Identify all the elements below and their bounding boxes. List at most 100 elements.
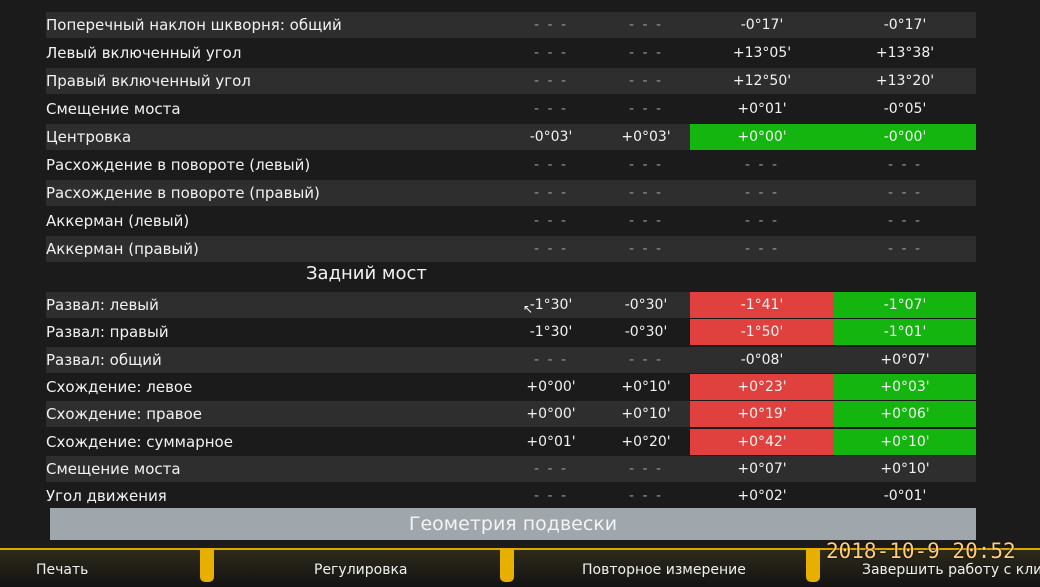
value-cell: - - - bbox=[533, 351, 569, 368]
value-cell: - - - bbox=[628, 213, 664, 229]
row-label: Схождение: левое bbox=[46, 377, 193, 396]
value-cell: +13°38' bbox=[875, 45, 935, 61]
value-cell: -0°30' bbox=[624, 324, 668, 341]
value-cell: -1°30' bbox=[529, 324, 573, 341]
finish-client-button[interactable]: Завершить работу с клиен bbox=[862, 562, 1040, 578]
adjust-button[interactable]: Регулировка bbox=[314, 562, 407, 578]
value-cell: -0°03' bbox=[529, 129, 573, 145]
row-label: Схождение: правое bbox=[46, 405, 203, 424]
value-cell: - - - bbox=[533, 73, 569, 89]
value-cell: - - - bbox=[533, 17, 569, 33]
rear-axle-title: Задний мост bbox=[306, 263, 427, 284]
value-cell: - - - bbox=[533, 45, 569, 61]
table-row: Расхождение в повороте (левый) - - - - - -… bbox=[46, 152, 976, 178]
value-cell: - - - bbox=[744, 241, 780, 257]
value-cell: -0°17' bbox=[883, 17, 927, 33]
value-cell: +0°01' bbox=[737, 101, 787, 117]
row-label: Левый включенный угол bbox=[46, 44, 242, 62]
value-cell: - - - bbox=[533, 157, 569, 173]
table-row: Центровка -0°03' +0°03' +0°00' -0°00' bbox=[46, 124, 976, 150]
value-cell: - - - bbox=[628, 460, 664, 477]
value-cell: -1°50' bbox=[690, 319, 834, 346]
value-cell: +0°02' bbox=[737, 488, 787, 505]
table-row: Схождение: левое +0°00' +0°10' +0°23' +0°03' bbox=[46, 373, 976, 400]
value-cell: +0°00' bbox=[526, 406, 576, 423]
value-cell: - - - bbox=[887, 157, 923, 173]
row-label: Схождение: суммарное bbox=[46, 432, 233, 451]
value-cell: - - - bbox=[533, 241, 569, 257]
table-row: Смещение моста - - - - - - +0°07' +0°10' bbox=[46, 455, 976, 482]
value-cell: +0°00' bbox=[690, 124, 834, 150]
suspension-geometry-button[interactable]: Геометрия подвески bbox=[50, 508, 976, 540]
separator-marker-icon bbox=[806, 548, 820, 582]
value-cell: - - - bbox=[628, 101, 664, 117]
value-cell: +0°10' bbox=[834, 428, 976, 455]
value-cell: - - - bbox=[533, 488, 569, 505]
value-cell: - - - bbox=[628, 351, 664, 368]
remeasure-button[interactable]: Повторное измерение bbox=[582, 562, 746, 578]
value-cell: -0°30' bbox=[624, 297, 668, 313]
value-cell: - - - bbox=[628, 45, 664, 61]
row-label: Смещение моста bbox=[46, 459, 181, 478]
table-row: Смещение моста - - - - - - +0°01' -0°05' bbox=[46, 96, 976, 122]
row-label: Расхождение в повороте (правый) bbox=[46, 184, 320, 202]
value-cell: +13°05' bbox=[732, 45, 792, 61]
value-cell: +0°10' bbox=[880, 460, 930, 477]
table-row: Правый включенный угол - - - - - - +12°50' +… bbox=[46, 68, 976, 94]
value-cell: -0°00' bbox=[834, 124, 976, 150]
value-cell: -1°07' bbox=[834, 292, 976, 318]
value-cell: -0°08' bbox=[740, 351, 784, 368]
table-row: Аккерман (левый) - - - - - - - - - - - - bbox=[46, 208, 976, 234]
table-row: Схождение: правое +0°00' +0°10' +0°19' +0°06… bbox=[46, 401, 976, 428]
value-cell: - - - bbox=[533, 213, 569, 229]
value-cell: - - - bbox=[744, 213, 780, 229]
value-cell: +0°19' bbox=[690, 401, 834, 428]
table-row: Поперечный наклон шкворня: общий - - - - -… bbox=[46, 12, 976, 38]
value-cell: - - - bbox=[628, 73, 664, 89]
value-cell: - - - bbox=[628, 185, 664, 201]
row-label: Расхождение в повороте (левый) bbox=[46, 156, 311, 174]
row-label: Аккерман (левый) bbox=[46, 212, 190, 230]
table-row: Развал: общий - - - - - - -0°08' +0°07' bbox=[46, 346, 976, 373]
value-cell: - - - bbox=[533, 101, 569, 117]
value-cell: +0°07' bbox=[737, 460, 787, 477]
value-cell: - - - bbox=[628, 488, 664, 505]
value-cell: +0°03' bbox=[621, 129, 671, 145]
row-label: Смещение моста bbox=[46, 100, 181, 118]
row-label: Развал: правый bbox=[46, 323, 169, 342]
value-cell: -0°01' bbox=[883, 488, 927, 505]
value-cell: +0°42' bbox=[690, 428, 834, 455]
value-cell: +0°20' bbox=[621, 433, 671, 450]
value-cell: +0°07' bbox=[880, 351, 930, 368]
value-cell: - - - bbox=[887, 213, 923, 229]
value-cell: - - - bbox=[887, 241, 923, 257]
photo-timestamp: 2018-10-9 20:52 bbox=[826, 539, 1016, 563]
value-cell: -0°17' bbox=[740, 17, 784, 33]
row-label: Развал: общий bbox=[46, 350, 162, 369]
value-cell: - - - bbox=[628, 241, 664, 257]
value-cell: -1°01' bbox=[834, 319, 976, 346]
table-row: Схождение: суммарное +0°01' +0°20' +0°42' +0… bbox=[46, 428, 976, 455]
value-cell: -1°41' bbox=[690, 292, 834, 318]
table-row: Расхождение в повороте (правый) - - - - - … bbox=[46, 180, 976, 206]
value-cell: -1°30' bbox=[529, 297, 573, 313]
value-cell: - - - bbox=[744, 185, 780, 201]
separator-marker-icon bbox=[500, 548, 514, 582]
row-label: Правый включенный угол bbox=[46, 72, 251, 90]
value-cell: -0°05' bbox=[883, 101, 927, 117]
value-cell: +0°00' bbox=[526, 378, 576, 395]
print-button[interactable]: Печать bbox=[36, 562, 88, 578]
value-cell: - - - bbox=[533, 460, 569, 477]
table-row: Левый включенный угол - - - - - - +13°05' +1… bbox=[46, 40, 976, 66]
mouse-cursor-icon: ↖ bbox=[523, 302, 534, 316]
row-label: Аккерман (правый) bbox=[46, 240, 199, 258]
table-row: Развал: левый -1°30' -0°30' -1°41' -1°07' bbox=[46, 292, 976, 318]
value-cell: +13°20' bbox=[875, 73, 935, 89]
row-label: Центровка bbox=[46, 128, 132, 146]
value-cell: - - - bbox=[533, 185, 569, 201]
row-label: Развал: левый bbox=[46, 296, 159, 314]
value-cell: +0°06' bbox=[834, 401, 976, 428]
value-cell: +12°50' bbox=[732, 73, 792, 89]
row-label: Угол движения bbox=[46, 487, 167, 506]
value-cell: - - - bbox=[628, 17, 664, 33]
